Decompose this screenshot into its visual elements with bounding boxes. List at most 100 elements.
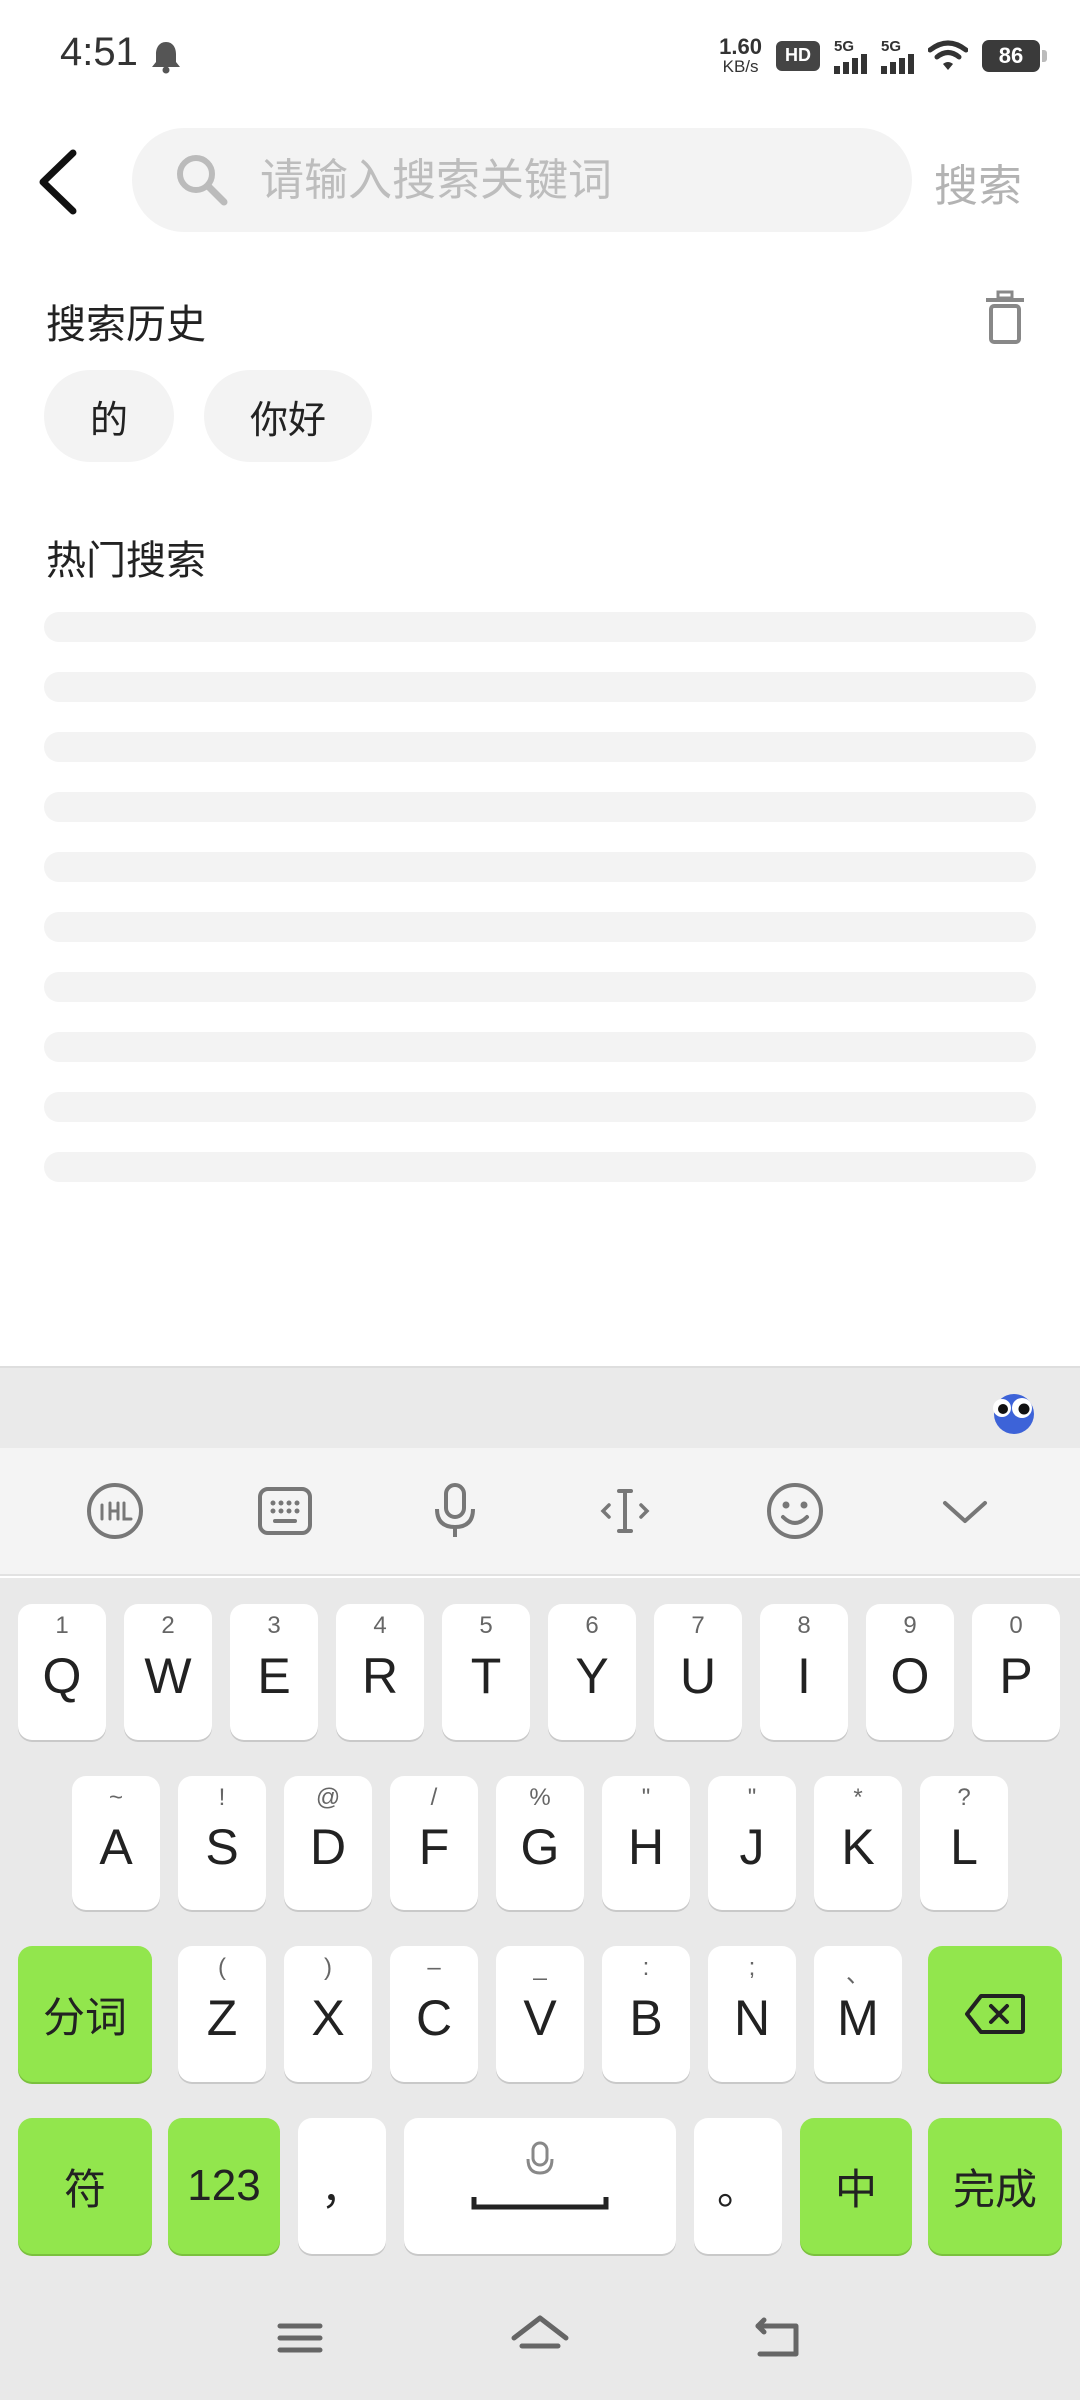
key-f[interactable]: / F: [390, 1776, 478, 1910]
history-chip[interactable]: 的: [44, 370, 175, 462]
key-e[interactable]: 3E: [230, 1604, 318, 1740]
key-sub-label: ": [641, 1784, 651, 1811]
key-sub-label: ~: [108, 1784, 123, 1811]
keyboard-layout-button[interactable]: [250, 1476, 320, 1546]
keyboard-mascot-icon[interactable]: [986, 1386, 1042, 1436]
back-button[interactable]: [22, 142, 92, 222]
key-v[interactable]: _ V: [496, 1946, 584, 2082]
menu-icon[interactable]: [268, 2310, 332, 2366]
hd-badge: HD: [776, 40, 820, 71]
key-a[interactable]: ~ A: [72, 1776, 160, 1910]
key-k[interactable]: * K: [814, 1776, 902, 1910]
loading-placeholder-row: [44, 912, 1036, 942]
net-speed-value: 1.60: [719, 34, 762, 59]
backspace-key[interactable]: [928, 1946, 1062, 2082]
back-nav-icon[interactable]: [748, 2310, 812, 2366]
key-label: R: [361, 1648, 399, 1704]
search-input[interactable]: [260, 154, 860, 206]
search-box[interactable]: [132, 128, 912, 232]
key-sub-label: 4: [373, 1612, 387, 1639]
segment-key[interactable]: 分词: [18, 1946, 152, 2082]
backspace-icon: [965, 1994, 1025, 2034]
key-label: S: [205, 1819, 239, 1875]
history-chips: 的 你好: [44, 370, 373, 462]
loading-placeholder-row: [44, 1032, 1036, 1062]
key-c[interactable]: – C: [390, 1946, 478, 2082]
key-label: 中: [834, 2164, 877, 2214]
key-g[interactable]: % G: [496, 1776, 584, 1910]
key-label: Y: [575, 1648, 609, 1704]
clear-history-trash-icon[interactable]: [980, 290, 1030, 346]
period-key[interactable]: 。: [694, 2118, 782, 2254]
key-sub-label: ;: [748, 1954, 756, 1981]
key-label: H: [627, 1819, 665, 1875]
symbol-key[interactable]: 符: [18, 2118, 152, 2254]
key-sub-label: *: [853, 1784, 863, 1811]
key-r[interactable]: 4R: [336, 1604, 424, 1740]
key-l[interactable]: ? L: [920, 1776, 1008, 1910]
number-key[interactable]: 123: [168, 2118, 280, 2254]
key-w[interactable]: 2W: [124, 1604, 212, 1740]
emoji-button[interactable]: [760, 1476, 830, 1546]
key-label: N: [733, 1990, 771, 2046]
key-i[interactable]: 8I: [760, 1604, 848, 1740]
key-label: ，: [320, 2164, 363, 2214]
key-sub-label: 9: [903, 1612, 917, 1639]
history-chip[interactable]: 你好: [204, 370, 373, 462]
key-sub-label: (: [218, 1954, 226, 1981]
input-method-button[interactable]: [80, 1476, 150, 1546]
key-j[interactable]: " J: [708, 1776, 796, 1910]
hot-search-title: 热门搜索: [46, 538, 206, 584]
emoji-icon: [767, 1483, 823, 1539]
key-label: M: [837, 1990, 879, 2046]
key-n[interactable]: ; N: [708, 1946, 796, 2082]
key-label: J: [739, 1819, 765, 1875]
status-indicators: 1.60 KB/s HD 5G 5G 86: [719, 34, 1047, 75]
done-key[interactable]: 完成: [928, 2118, 1062, 2254]
key-label: F: [418, 1819, 450, 1875]
hide-keyboard-button[interactable]: [930, 1476, 1000, 1546]
key-m[interactable]: 、 M: [814, 1946, 902, 2082]
space-key[interactable]: [404, 2118, 676, 2254]
key-s[interactable]: ! S: [178, 1776, 266, 1910]
search-icon: [177, 155, 228, 206]
key-sub-label: 7: [691, 1612, 705, 1639]
chevron-down-icon: [943, 1501, 987, 1523]
key-z[interactable]: (Z: [178, 1946, 266, 2082]
key-sub-label: 3: [267, 1612, 281, 1639]
search-history-title: 搜索历史: [46, 302, 206, 348]
input-method-icon: [87, 1483, 143, 1539]
loading-placeholder-row: [44, 972, 1036, 1002]
key-x[interactable]: ) X: [284, 1946, 372, 2082]
key-label: 符: [63, 2164, 106, 2214]
loading-placeholder-row: [44, 792, 1036, 822]
key-t[interactable]: 5T: [442, 1604, 530, 1740]
keyboard-icon: [258, 1487, 312, 1535]
key-label: V: [523, 1990, 557, 2046]
key-label: 分词: [42, 1992, 127, 2042]
key-p[interactable]: 0P: [972, 1604, 1060, 1740]
comma-key[interactable]: ，: [298, 2118, 386, 2254]
voice-input-button[interactable]: [420, 1476, 490, 1546]
battery-indicator: 86: [982, 39, 1047, 72]
space-bar-icon: [471, 2141, 609, 2210]
key-q[interactable]: 1Q: [18, 1604, 106, 1740]
key-o[interactable]: 9O: [866, 1604, 954, 1740]
key-h[interactable]: " H: [602, 1776, 690, 1910]
key-sub-label: !: [218, 1784, 226, 1811]
key-u[interactable]: 7U: [654, 1604, 742, 1740]
key-b[interactable]: :B: [602, 1946, 690, 2082]
sim1-label: 5G: [834, 37, 855, 55]
key-label: T: [470, 1648, 502, 1704]
status-time: 4:51: [60, 30, 138, 74]
home-icon[interactable]: [508, 2310, 572, 2366]
search-button[interactable]: 搜索: [934, 150, 1022, 214]
key-label: Q: [42, 1648, 82, 1704]
status-bar: 4:51 1.60 KB/s HD 5G 5G 86: [0, 0, 1080, 120]
cursor-edit-button[interactable]: [590, 1476, 660, 1546]
keyboard-top-bar: [0, 1366, 1080, 1448]
key-y[interactable]: 6Y: [548, 1604, 636, 1740]
language-switch-key[interactable]: 中: [800, 2118, 912, 2254]
key-d[interactable]: @ D: [284, 1776, 372, 1910]
key-sub-label: :: [642, 1954, 650, 1981]
